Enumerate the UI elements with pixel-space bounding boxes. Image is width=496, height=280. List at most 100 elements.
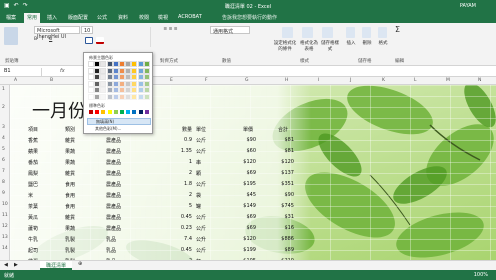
color-swatch[interactable] bbox=[125, 87, 132, 93]
table-cell[interactable]: 果蔬 bbox=[65, 148, 75, 155]
standard-color-swatch[interactable] bbox=[106, 109, 113, 115]
font-color-icon[interactable] bbox=[96, 37, 104, 44]
alignment-buttons[interactable]: ≡ ≡ ≡ bbox=[150, 27, 190, 47]
cell-styles-icon[interactable] bbox=[322, 27, 333, 38]
italic-button[interactable]: I bbox=[42, 37, 43, 42]
color-swatch[interactable] bbox=[119, 61, 125, 67]
color-swatch[interactable] bbox=[112, 93, 119, 100]
color-swatch[interactable] bbox=[100, 67, 107, 74]
color-swatch[interactable] bbox=[143, 93, 150, 100]
color-swatch[interactable] bbox=[143, 87, 150, 93]
table-cell[interactable]: 雜貨 bbox=[65, 137, 75, 144]
table-cell[interactable]: 公斤 bbox=[196, 247, 206, 254]
color-swatch[interactable] bbox=[143, 61, 150, 67]
color-swatch[interactable] bbox=[119, 93, 125, 100]
add-sheet-icon[interactable]: ⊕ bbox=[78, 261, 82, 267]
row-header[interactable]: 4 bbox=[2, 136, 5, 141]
more-colors-option[interactable]: 其他色彩(M)... bbox=[87, 126, 151, 133]
color-swatch[interactable] bbox=[100, 80, 107, 87]
table-cell[interactable]: 果蔬 bbox=[65, 225, 75, 232]
standard-color-swatch[interactable] bbox=[100, 109, 107, 115]
table-cell[interactable]: 2 bbox=[170, 170, 192, 176]
table-cell[interactable]: $120 bbox=[228, 236, 256, 242]
table-cell[interactable]: 牛乳 bbox=[28, 236, 38, 243]
color-swatch[interactable] bbox=[125, 74, 132, 80]
font-size-select[interactable]: 10 bbox=[81, 26, 93, 34]
color-swatch[interactable] bbox=[131, 67, 138, 74]
row-header[interactable]: 7 bbox=[2, 169, 5, 174]
table-cell[interactable]: 公斤 bbox=[196, 181, 206, 188]
underline-button[interactable]: U bbox=[49, 37, 52, 42]
table-cell[interactable]: $149 bbox=[228, 203, 256, 209]
col-header-g[interactable]: G bbox=[245, 78, 249, 83]
row-header[interactable]: 12 bbox=[2, 224, 8, 229]
format-as-table-button[interactable]: 格式化為表格 bbox=[298, 40, 320, 52]
color-swatch[interactable] bbox=[88, 61, 94, 67]
row-header[interactable]: 14 bbox=[2, 246, 8, 251]
table-cell[interactable]: 公斤 bbox=[196, 148, 206, 155]
standard-color-swatch[interactable] bbox=[94, 109, 101, 115]
table-cell[interactable]: $45 bbox=[228, 192, 256, 198]
row-header[interactable]: 2 bbox=[2, 105, 5, 110]
color-swatch[interactable] bbox=[88, 74, 94, 80]
color-swatch[interactable] bbox=[131, 87, 138, 93]
font-name-select[interactable]: Microsoft JhengHei UI bbox=[34, 26, 80, 40]
row-header[interactable]: 10 bbox=[2, 202, 8, 207]
tab-home[interactable]: 常用 bbox=[24, 13, 41, 23]
col-header-b[interactable]: B bbox=[50, 78, 53, 83]
fill-color-icon[interactable] bbox=[85, 37, 93, 44]
table-cell[interactable]: 袋 bbox=[196, 192, 201, 199]
table-cell[interactable]: 乳品 bbox=[106, 236, 116, 243]
color-swatch[interactable] bbox=[119, 87, 125, 93]
color-swatch[interactable] bbox=[112, 67, 119, 74]
tab-page-layout[interactable]: 版面配置 bbox=[68, 14, 88, 21]
color-swatch[interactable] bbox=[137, 93, 144, 100]
fx-icon[interactable]: fx bbox=[60, 68, 65, 74]
table-cell[interactable]: $90 bbox=[228, 137, 256, 143]
table-cell[interactable]: 串 bbox=[196, 159, 201, 166]
color-swatch[interactable] bbox=[112, 61, 119, 67]
row-header[interactable]: 9 bbox=[2, 191, 5, 196]
col-header-m[interactable]: M bbox=[446, 78, 450, 83]
color-swatch[interactable] bbox=[112, 87, 119, 93]
row-header[interactable]: 11 bbox=[2, 213, 8, 218]
table-cell[interactable]: 乳品 bbox=[106, 247, 116, 254]
page-title[interactable]: 一月份 bbox=[32, 97, 86, 123]
table-cell[interactable]: $81 bbox=[272, 148, 294, 154]
table-cell[interactable]: 農產品 bbox=[106, 203, 121, 210]
table-cell[interactable]: $137 bbox=[272, 170, 294, 176]
col-header-l[interactable]: L bbox=[414, 78, 417, 83]
row-header[interactable]: 1 bbox=[2, 87, 5, 92]
header-qty[interactable]: 數量 bbox=[182, 126, 192, 133]
color-swatch[interactable] bbox=[137, 80, 144, 87]
color-swatch[interactable] bbox=[88, 87, 94, 93]
row-header[interactable]: 8 bbox=[2, 180, 5, 185]
delete-cells-icon[interactable] bbox=[362, 27, 371, 38]
table-cell[interactable]: $90 bbox=[272, 192, 294, 198]
table-cell[interactable]: 1.8 bbox=[170, 181, 192, 187]
table-cell[interactable]: 1 bbox=[170, 159, 192, 165]
table-cell[interactable]: 顆 bbox=[196, 170, 201, 177]
table-cell[interactable]: 起司 bbox=[28, 247, 38, 254]
tab-acrobat[interactable]: ACROBAT bbox=[178, 14, 202, 20]
color-swatch[interactable] bbox=[94, 67, 101, 74]
table-cell[interactable]: 米 bbox=[28, 192, 33, 199]
color-swatch[interactable] bbox=[106, 67, 113, 74]
table-cell[interactable]: 蘋果 bbox=[28, 148, 38, 155]
standard-color-swatch[interactable] bbox=[119, 109, 125, 115]
next-sheet-icon[interactable]: ▶ bbox=[14, 262, 18, 268]
table-cell[interactable]: 雜貨 bbox=[65, 170, 75, 177]
color-swatch[interactable] bbox=[143, 67, 150, 74]
color-swatch[interactable] bbox=[106, 87, 113, 93]
table-cell[interactable]: 乳製 bbox=[65, 236, 75, 243]
table-cell[interactable]: 公斤 bbox=[196, 137, 206, 144]
number-format-select[interactable]: 通用格式 bbox=[210, 26, 250, 35]
table-cell[interactable]: 鹽巴 bbox=[28, 181, 38, 188]
tab-data[interactable]: 資料 bbox=[118, 14, 128, 21]
color-swatch[interactable] bbox=[100, 61, 107, 67]
color-swatch[interactable] bbox=[106, 61, 113, 67]
color-swatch[interactable] bbox=[143, 80, 150, 87]
table-cell[interactable]: 0.23 bbox=[170, 225, 192, 231]
table-cell[interactable]: $69 bbox=[228, 225, 256, 231]
user-name[interactable]: PAYAM bbox=[460, 3, 476, 9]
